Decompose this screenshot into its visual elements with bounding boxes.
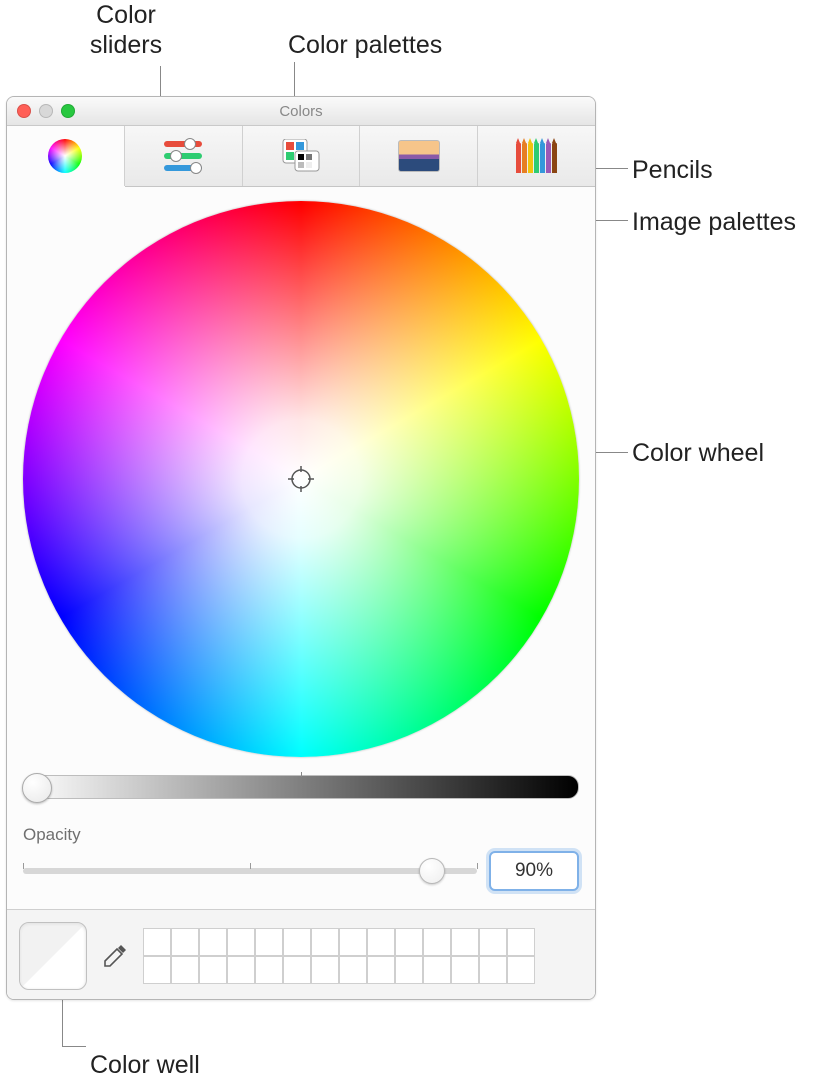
swatch-slot[interactable] <box>143 956 171 984</box>
swatch-slot[interactable] <box>395 956 423 984</box>
eyedropper-icon[interactable] <box>101 942 129 970</box>
color-wheel-icon <box>48 139 82 173</box>
opacity-label: Opacity <box>23 825 579 845</box>
swatch-slot[interactable] <box>423 928 451 956</box>
swatch-slot[interactable] <box>339 928 367 956</box>
callout-color-palettes: Color palettes <box>288 30 442 60</box>
swatch-slot[interactable] <box>283 956 311 984</box>
brightness-slider[interactable] <box>23 775 579 799</box>
brightness-thumb[interactable] <box>22 773 52 803</box>
close-button[interactable] <box>17 104 31 118</box>
swatch-slot[interactable] <box>395 928 423 956</box>
swatch-slot[interactable] <box>507 956 535 984</box>
swatch-slot[interactable] <box>283 928 311 956</box>
bottom-bar <box>7 909 595 1000</box>
opacity-input[interactable]: 90% <box>489 851 579 891</box>
pencils-icon <box>516 139 557 173</box>
callout-color-wheel: Color wheel <box>632 438 764 468</box>
swatch-slot[interactable] <box>227 928 255 956</box>
swatch-slot[interactable] <box>507 928 535 956</box>
colors-window: Colors <box>6 96 596 1000</box>
zoom-button[interactable] <box>61 104 75 118</box>
swatch-slot[interactable] <box>451 928 479 956</box>
callout-pencils: Pencils <box>632 155 713 185</box>
swatch-slot[interactable] <box>311 928 339 956</box>
swatch-slot[interactable] <box>171 956 199 984</box>
callout-color-well: Color well <box>90 1050 200 1080</box>
picker-content: Opacity 90% <box>7 187 595 1000</box>
swatch-slot[interactable] <box>423 956 451 984</box>
swatch-slot[interactable] <box>143 928 171 956</box>
color-wheel[interactable] <box>23 201 579 757</box>
leader-line <box>62 1046 86 1047</box>
tab-color-wheel[interactable] <box>7 126 125 186</box>
swatch-slot[interactable] <box>367 928 395 956</box>
swatch-slot[interactable] <box>311 956 339 984</box>
callout-image-palettes: Image palettes <box>632 207 796 237</box>
titlebar[interactable]: Colors <box>7 97 595 126</box>
tab-color-sliders[interactable] <box>125 126 243 186</box>
sliders-icon <box>164 141 202 171</box>
swatch-slot[interactable] <box>171 928 199 956</box>
swatch-slot[interactable] <box>367 956 395 984</box>
opacity-thumb[interactable] <box>419 858 445 884</box>
tab-image-palettes[interactable] <box>360 126 478 186</box>
swatch-slot[interactable] <box>199 928 227 956</box>
color-wheel-area <box>23 201 579 757</box>
swatch-slot[interactable] <box>479 956 507 984</box>
swatch-slot[interactable] <box>199 956 227 984</box>
swatch-slot[interactable] <box>255 928 283 956</box>
swatch-slot[interactable] <box>255 956 283 984</box>
swatch-slot[interactable] <box>339 956 367 984</box>
callout-color-sliders: Colorsliders <box>76 0 176 60</box>
minimize-button[interactable] <box>39 104 53 118</box>
tab-pencils[interactable] <box>478 126 595 186</box>
palettes-icon <box>281 139 321 173</box>
swatch-grid <box>143 928 535 984</box>
picker-mode-toolbar <box>7 126 595 187</box>
opacity-slider[interactable] <box>23 868 477 874</box>
swatch-slot[interactable] <box>227 956 255 984</box>
window-title: Colors <box>7 103 595 120</box>
image-icon <box>398 140 440 172</box>
swatch-slot[interactable] <box>451 956 479 984</box>
tab-color-palettes[interactable] <box>243 126 361 186</box>
traffic-lights <box>17 104 75 118</box>
swatch-slot[interactable] <box>479 928 507 956</box>
color-well[interactable] <box>19 922 87 990</box>
